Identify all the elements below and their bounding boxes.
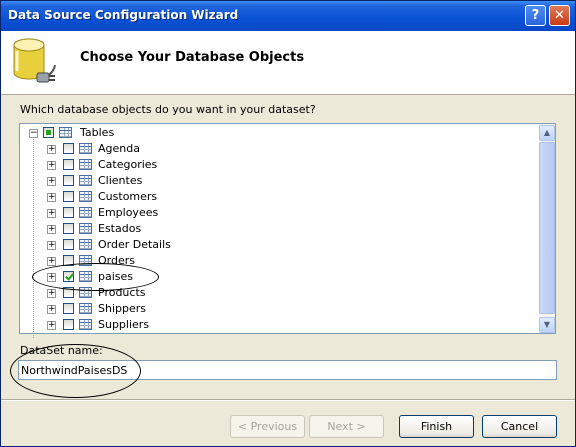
database-connect-icon — [13, 38, 56, 83]
table-icon — [79, 255, 92, 266]
finish-button[interactable]: Finish — [399, 415, 474, 438]
scroll-up-icon[interactable]: ▲ — [539, 125, 555, 141]
previous-button[interactable]: < Previous — [230, 415, 305, 438]
table-row-clientes[interactable]: + Clientes — [1, 173, 521, 189]
expand-icon[interactable]: + — [47, 225, 56, 234]
expand-icon[interactable]: + — [47, 273, 56, 282]
table-checkbox[interactable] — [63, 255, 74, 266]
table-row-paises[interactable]: + paises — [1, 269, 521, 285]
table-label: Order Details — [98, 238, 171, 251]
help-button[interactable]: ? — [525, 5, 546, 26]
expand-icon[interactable]: + — [47, 209, 56, 218]
scroll-down-icon[interactable]: ▼ — [539, 317, 555, 333]
table-row-shippers[interactable]: + Shippers — [1, 301, 521, 317]
tree-root-tables[interactable]: − Tables — [1, 125, 521, 141]
expand-icon[interactable]: + — [47, 257, 56, 266]
tables-checkbox[interactable] — [43, 127, 54, 138]
vertical-scrollbar[interactable]: ▲ ▼ — [539, 124, 555, 333]
table-icon — [79, 303, 92, 314]
tables-label: Tables — [80, 126, 115, 139]
table-label: Estados — [98, 222, 142, 235]
table-label: Agenda — [98, 142, 140, 155]
next-button[interactable]: Next > — [309, 415, 384, 438]
expand-icon[interactable]: + — [47, 145, 56, 154]
table-row-estados[interactable]: + Estados — [1, 221, 521, 237]
table-checkbox[interactable] — [63, 303, 74, 314]
table-row-suppliers[interactable]: + Suppliers — [1, 317, 521, 333]
table-row-categories[interactable]: + Categories — [1, 157, 521, 173]
table-label: Shippers — [98, 302, 146, 315]
table-row-orders[interactable]: + Orders — [1, 253, 521, 269]
table-checkbox[interactable] — [63, 143, 74, 154]
table-label: paises — [98, 270, 134, 283]
table-icon — [79, 287, 92, 298]
table-row-employees[interactable]: + Employees — [1, 205, 521, 221]
table-icon — [79, 159, 92, 170]
page-title: Choose Your Database Objects — [80, 50, 305, 65]
window-title: Data Source Configuration Wizard — [8, 8, 239, 22]
table-label: Suppliers — [98, 318, 150, 331]
table-checkbox[interactable] — [63, 271, 74, 282]
collapse-icon[interactable]: − — [29, 129, 38, 138]
table-checkbox[interactable] — [63, 159, 74, 170]
table-icon — [79, 271, 92, 282]
table-checkbox[interactable] — [63, 175, 74, 186]
table-label: Employees — [98, 206, 159, 219]
table-label: Products — [98, 286, 146, 299]
table-checkbox[interactable] — [63, 223, 74, 234]
table-checkbox[interactable] — [63, 191, 74, 202]
dataset-name-input[interactable] — [18, 360, 557, 380]
table-checkbox[interactable] — [63, 239, 74, 250]
table-row-order-details[interactable]: + Order Details — [1, 237, 521, 253]
close-button[interactable]: ✕ — [549, 5, 570, 26]
wizard-window: Data Source Configuration Wizard ? ✕ Cho… — [0, 0, 576, 447]
table-checkbox[interactable] — [63, 319, 74, 330]
objects-prompt: Which database objects do you want in yo… — [20, 103, 316, 116]
table-icon — [79, 175, 92, 186]
expand-icon[interactable]: + — [47, 241, 56, 250]
table-label: Clientes — [98, 174, 143, 187]
table-checkbox[interactable] — [63, 287, 74, 298]
expand-icon[interactable]: + — [47, 321, 56, 330]
table-checkbox[interactable] — [63, 207, 74, 218]
table-label: Categories — [98, 158, 158, 171]
cancel-button[interactable]: Cancel — [482, 415, 557, 438]
table-row-products[interactable]: + Products — [1, 285, 521, 301]
table-icon — [79, 191, 92, 202]
expand-icon[interactable]: + — [47, 289, 56, 298]
scroll-thumb[interactable] — [539, 142, 555, 314]
footer-divider — [1, 399, 575, 401]
expand-icon[interactable]: + — [47, 177, 56, 186]
table-row-customers[interactable]: + Customers — [1, 189, 521, 205]
table-icon — [79, 319, 92, 330]
title-bar[interactable]: Data Source Configuration Wizard ? ✕ — [1, 1, 575, 31]
table-icon — [79, 207, 92, 218]
tables-folder-icon — [59, 127, 72, 138]
table-icon — [79, 143, 92, 154]
table-icon — [79, 223, 92, 234]
table-icon — [79, 239, 92, 250]
table-label: Customers — [98, 190, 158, 203]
expand-icon[interactable]: + — [47, 193, 56, 202]
table-row-agenda[interactable]: + Agenda — [1, 141, 521, 157]
table-label: Orders — [98, 254, 135, 267]
expand-icon[interactable]: + — [47, 305, 56, 314]
expand-icon[interactable]: + — [47, 161, 56, 170]
dataset-name-label: DataSet name: — [20, 344, 103, 357]
